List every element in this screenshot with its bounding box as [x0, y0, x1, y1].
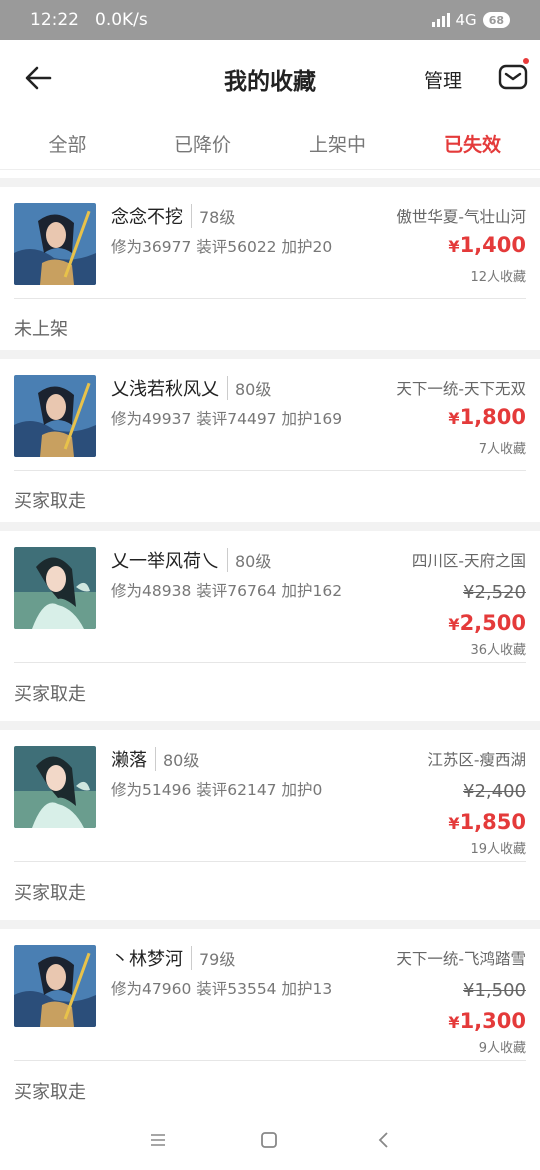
character-name: 乂浅若秋风乂 [111, 379, 219, 400]
item-status: 买家取走 [14, 883, 86, 904]
price: ¥2,500 [448, 611, 526, 635]
price: ¥1,850 [448, 810, 526, 834]
status-speed: 0.0K/s [95, 10, 148, 30]
character-stats: 修为36977 装评56022 加护20 [111, 238, 333, 256]
favorite-item[interactable]: 乂浅若秋风乂 80级修为49937 装评74497 加护169 天下一统-天下无双 ¥… [0, 359, 540, 522]
item-status: 买家取走 [14, 491, 86, 512]
character-level: 80级 [155, 747, 199, 771]
divider [14, 298, 526, 299]
unread-dot [523, 58, 529, 64]
battery-level: 68 [488, 13, 504, 27]
battery-icon: 68 [482, 12, 510, 28]
character-stats: 修为47960 装评53554 加护13 [111, 980, 333, 998]
price: ¥1,800 [448, 405, 526, 429]
server-name: 傲世华夏-气壮山河 [396, 208, 526, 226]
status-right: 4G 68 [431, 11, 510, 29]
character-name: 乂一举风荷乀 [111, 551, 219, 572]
tab-0[interactable]: 全部 [0, 112, 135, 169]
section-gap [0, 350, 540, 359]
price-value: 1,850 [459, 810, 526, 834]
server-name: 江苏区-瘦西湖 [427, 751, 526, 769]
manage-button[interactable]: 管理 [424, 66, 462, 93]
favorite-item[interactable]: 念念不挖 78级修为36977 装评56022 加护20 傲世华夏-气壮山河 ¥1,4… [0, 187, 540, 350]
top-bar: 我的收藏 管理 [0, 40, 540, 112]
character-thumbnail [14, 203, 96, 285]
favorite-count: 7人收藏 [478, 442, 526, 457]
favorite-item[interactable]: 乂一举风荷乀 80级修为48938 装评76764 加护162 四川区-天府之国 ¥2… [0, 531, 540, 721]
divider [14, 1060, 526, 1061]
currency-symbol: ¥ [448, 409, 460, 428]
character-thumbnail [14, 547, 96, 629]
character-level: 78级 [191, 204, 235, 228]
character-name-row: 乂浅若秋风乂 80级 [111, 375, 271, 401]
favorite-count: 19人收藏 [470, 842, 526, 857]
tab-3[interactable]: 已失效 [405, 112, 540, 169]
price-value: 2,500 [459, 611, 526, 635]
divider [14, 861, 526, 862]
divider [14, 470, 526, 471]
menu-icon[interactable] [146, 1128, 170, 1152]
price-value: 1,400 [459, 233, 526, 257]
currency-symbol: ¥ [448, 615, 460, 634]
currency-symbol: ¥ [448, 237, 460, 256]
character-name: 丶林梦河 [111, 949, 183, 970]
character-name-row: 念念不挖 78级 [111, 203, 235, 229]
character-thumbnail [14, 746, 96, 828]
system-nav-bar [0, 1112, 540, 1170]
status-time: 12:22 [30, 10, 79, 30]
character-name: 念念不挖 [111, 207, 183, 228]
section-gap [0, 920, 540, 929]
message-icon[interactable] [498, 62, 528, 92]
tab-1[interactable]: 已降价 [135, 112, 270, 169]
character-name-row: 濑落 80级 [111, 746, 199, 772]
currency-symbol: ¥ [448, 1013, 460, 1032]
item-status: 未上架 [14, 319, 68, 340]
item-status: 买家取走 [14, 684, 86, 705]
character-stats: 修为51496 装评62147 加护0 [111, 781, 323, 799]
price: ¥1,400 [448, 233, 526, 257]
server-name: 天下一统-天下无双 [396, 380, 526, 398]
original-price: ¥2,520 [463, 582, 526, 603]
price-value: 1,300 [459, 1009, 526, 1033]
original-price: ¥2,400 [463, 781, 526, 802]
favorites-list: 念念不挖 78级修为36977 装评56022 加护20 傲世华夏-气壮山河 ¥1,4… [0, 178, 540, 1119]
currency-symbol: ¥ [448, 814, 460, 833]
favorite-count: 9人收藏 [478, 1041, 526, 1056]
character-name: 濑落 [111, 750, 147, 771]
favorite-count: 36人收藏 [470, 643, 526, 658]
character-name-row: 丶林梦河 79级 [111, 945, 235, 971]
character-stats: 修为48938 装评76764 加护162 [111, 582, 343, 600]
home-icon[interactable] [257, 1128, 281, 1152]
character-level: 79级 [191, 946, 235, 970]
item-status: 买家取走 [14, 1082, 86, 1103]
favorite-item[interactable]: 丶林梦河 79级修为47960 装评53554 加护13 天下一统-飞鸿踏雪 ¥1,5… [0, 929, 540, 1119]
tab-bar: 全部 已降价 上架中 已失效 [0, 112, 540, 170]
favorite-item[interactable]: 濑落 80级 修为51496 装评62147 加护0 江苏区-瘦西湖 ¥2,400 ¥1,… [0, 730, 540, 920]
server-name: 天下一统-飞鸿踏雪 [396, 950, 526, 968]
character-level: 80级 [227, 548, 271, 572]
signal-icon [431, 13, 450, 27]
character-name-row: 乂一举风荷乀 80级 [111, 547, 271, 573]
section-gap [0, 178, 540, 187]
section-gap [0, 522, 540, 531]
status-bar: 12:22 0.0K/s 4G 68 [0, 0, 540, 40]
network-type: 4G [455, 11, 477, 29]
divider [14, 662, 526, 663]
price-value: 1,800 [459, 405, 526, 429]
tab-2[interactable]: 上架中 [270, 112, 405, 169]
section-gap [0, 721, 540, 730]
character-stats: 修为49937 装评74497 加护169 [111, 410, 343, 428]
original-price: ¥1,500 [463, 980, 526, 1001]
price: ¥1,300 [448, 1009, 526, 1033]
favorite-count: 12人收藏 [470, 270, 526, 285]
character-level: 80级 [227, 376, 271, 400]
character-thumbnail [14, 945, 96, 1027]
server-name: 四川区-天府之国 [411, 552, 526, 570]
back-icon[interactable] [372, 1128, 396, 1152]
character-thumbnail [14, 375, 96, 457]
